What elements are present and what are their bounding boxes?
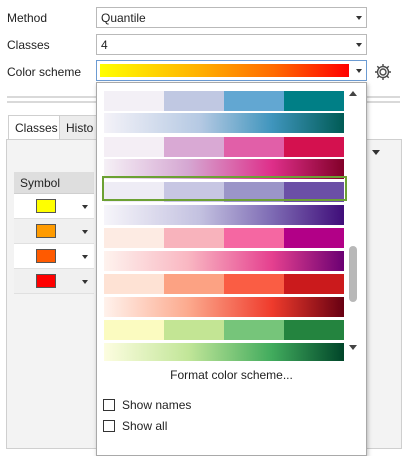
- symbol-swatch[interactable]: [36, 274, 56, 288]
- tab-histogram[interactable]: Histo: [60, 115, 100, 139]
- tab-histogram-label: Histo: [66, 121, 94, 135]
- scrollbar[interactable]: [348, 91, 358, 353]
- classes-label: Classes: [7, 38, 50, 52]
- classes-combobox[interactable]: 4: [96, 34, 367, 55]
- scroll-down-icon[interactable]: [349, 345, 357, 350]
- color-scheme-dropdown: Format color scheme... Show names Show a…: [96, 82, 367, 456]
- classes-value: 4: [101, 38, 108, 52]
- tab-classes-label: Classes: [15, 121, 58, 135]
- table-row[interactable]: [14, 244, 94, 269]
- chevron-down-icon[interactable]: [372, 150, 380, 155]
- chevron-down-icon[interactable]: [82, 255, 88, 259]
- chevron-down-icon: [356, 16, 362, 20]
- scroll-up-icon[interactable]: [349, 91, 357, 96]
- color-ramp-item[interactable]: [104, 137, 344, 157]
- chevron-down-icon: [356, 69, 362, 73]
- method-label: Method: [7, 11, 48, 25]
- color-ramp-item[interactable]: [104, 320, 344, 340]
- symbol-column-header[interactable]: Symbol: [14, 172, 94, 194]
- table-row[interactable]: [14, 194, 94, 219]
- color-ramp-item[interactable]: [104, 251, 344, 271]
- color-ramp-list: [104, 91, 344, 361]
- chevron-down-icon: [356, 43, 362, 47]
- symbol-swatch[interactable]: [36, 249, 56, 263]
- show-all-checkbox[interactable]: [103, 420, 115, 432]
- scrollbar-thumb[interactable]: [349, 246, 357, 302]
- show-names-label[interactable]: Show names: [122, 398, 191, 412]
- color-ramp-item[interactable]: [104, 91, 344, 111]
- symbol-swatch[interactable]: [36, 199, 56, 213]
- color-ramp-item[interactable]: [104, 228, 344, 248]
- method-combobox[interactable]: Quantile: [96, 7, 367, 28]
- show-names-checkbox[interactable]: [103, 399, 115, 411]
- symbol-swatch[interactable]: [36, 224, 56, 238]
- table-row[interactable]: [14, 269, 94, 294]
- color-scheme-combobox[interactable]: [96, 60, 367, 81]
- table-row[interactable]: [14, 219, 94, 244]
- show-all-label[interactable]: Show all: [122, 419, 167, 433]
- method-value: Quantile: [101, 11, 146, 25]
- tab-classes[interactable]: Classes: [8, 115, 60, 139]
- symbol-header-label: Symbol: [20, 176, 61, 190]
- selected-color-ramp: [100, 64, 349, 77]
- color-ramp-item[interactable]: [104, 205, 344, 225]
- color-ramp-item[interactable]: [104, 274, 344, 294]
- gear-icon[interactable]: [373, 62, 393, 82]
- chevron-down-icon[interactable]: [82, 205, 88, 209]
- color-ramp-item[interactable]: [104, 113, 344, 133]
- chevron-down-icon[interactable]: [82, 280, 88, 284]
- selected-ramp-outline: [102, 176, 347, 201]
- color-scheme-label: Color scheme: [7, 65, 82, 79]
- color-ramp-item[interactable]: [104, 297, 344, 317]
- chevron-down-icon[interactable]: [82, 230, 88, 234]
- color-ramp-item[interactable]: [104, 343, 344, 361]
- format-color-scheme-link[interactable]: Format color scheme...: [97, 368, 366, 382]
